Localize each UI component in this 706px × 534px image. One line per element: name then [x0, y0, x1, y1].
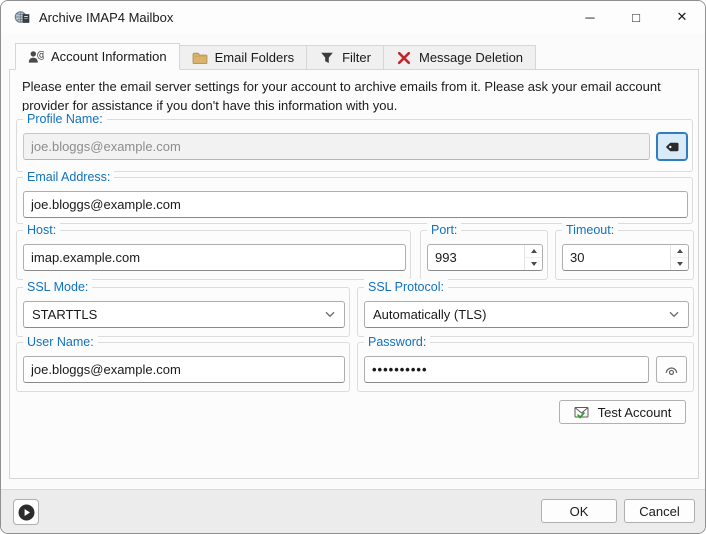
chevron-down-icon — [325, 311, 335, 318]
port-spinner — [427, 244, 543, 271]
host-group: Host: — [16, 230, 411, 280]
close-button[interactable]: ✕ — [659, 1, 705, 33]
reveal-eye-icon — [663, 362, 680, 377]
port-input[interactable] — [428, 245, 524, 270]
person-at-icon: @ — [28, 49, 44, 65]
timeout-spinner — [562, 244, 689, 271]
edit-profile-name-button[interactable] — [656, 132, 688, 161]
timeout-label: Timeout: — [562, 222, 618, 238]
port-spin-up-button[interactable] — [525, 245, 542, 258]
tag-icon — [664, 139, 680, 155]
port-spin-down-button[interactable] — [525, 258, 542, 270]
host-input[interactable] — [23, 244, 406, 271]
chevron-down-icon — [669, 311, 679, 318]
play-icon — [18, 504, 35, 521]
minimize-icon: ─ — [585, 10, 594, 25]
timeout-group: Timeout: — [555, 230, 694, 280]
email-address-group: Email Address: — [16, 177, 693, 224]
test-account-button[interactable]: Test Account — [559, 400, 686, 424]
tab-filter[interactable]: Filter — [306, 45, 384, 70]
maximize-icon: □ — [632, 10, 640, 25]
close-icon: ✕ — [677, 9, 688, 25]
ssl-protocol-group: SSL Protocol: Automatically (TLS) — [357, 287, 694, 337]
cancel-button[interactable]: Cancel — [624, 499, 695, 523]
profile-name-group: Profile Name: — [16, 119, 693, 172]
email-address-input[interactable] — [23, 191, 688, 218]
svg-text:@: @ — [37, 49, 44, 60]
arrow-down-icon — [677, 262, 683, 266]
bottom-bar: OK Cancel — [1, 489, 705, 533]
tab-label: Account Information — [51, 49, 167, 64]
ok-label: OK — [570, 504, 589, 519]
tab-email-folders[interactable]: Email Folders — [179, 45, 307, 70]
password-label: Password: — [364, 334, 430, 350]
test-account-label: Test Account — [598, 405, 672, 420]
tab-account-information[interactable]: @ Account Information — [15, 43, 180, 70]
ssl-mode-select[interactable]: STARTTLS — [23, 301, 345, 328]
arrow-up-icon — [531, 249, 537, 253]
dialog-archive-imap4-mailbox: Archive IMAP4 Mailbox ─ □ ✕ @ Account In… — [0, 0, 706, 534]
ssl-mode-label: SSL Mode: — [23, 279, 92, 295]
port-label: Port: — [427, 222, 461, 238]
user-name-label: User Name: — [23, 334, 98, 350]
timeout-spin-down-button[interactable] — [671, 258, 688, 270]
title-bar: Archive IMAP4 Mailbox ─ □ ✕ — [1, 1, 705, 33]
port-group: Port: — [420, 230, 548, 280]
password-input[interactable] — [364, 356, 649, 383]
arrow-down-icon — [531, 262, 537, 266]
maximize-button[interactable]: □ — [613, 1, 659, 33]
timeout-input[interactable] — [563, 245, 670, 270]
envelope-check-icon — [574, 405, 590, 420]
arrow-up-icon — [677, 249, 683, 253]
minimize-button[interactable]: ─ — [567, 1, 613, 33]
ssl-mode-value: STARTTLS — [32, 307, 97, 322]
ssl-mode-group: SSL Mode: STARTTLS — [16, 287, 350, 337]
tab-label: Email Folders — [215, 50, 294, 65]
reveal-password-button[interactable] — [656, 356, 687, 383]
intro-text: Please enter the email server settings f… — [22, 78, 686, 116]
red-x-icon — [396, 50, 412, 66]
ok-button[interactable]: OK — [541, 499, 617, 523]
tab-label: Message Deletion — [419, 50, 523, 65]
app-icon — [14, 9, 30, 25]
folder-icon — [192, 50, 208, 66]
window-title: Archive IMAP4 Mailbox — [39, 10, 173, 25]
tab-label: Filter — [342, 50, 371, 65]
ssl-protocol-value: Automatically (TLS) — [373, 307, 486, 322]
host-label: Host: — [23, 222, 60, 238]
email-address-label: Email Address: — [23, 169, 114, 185]
profile-name-input[interactable] — [23, 133, 650, 160]
ssl-protocol-label: SSL Protocol: — [364, 279, 448, 295]
tab-strip: @ Account Information Email Folders Filt… — [15, 43, 536, 70]
user-name-group: User Name: — [16, 342, 350, 392]
cancel-label: Cancel — [639, 504, 679, 519]
ssl-protocol-select[interactable]: Automatically (TLS) — [364, 301, 689, 328]
profile-name-label: Profile Name: — [23, 111, 107, 127]
user-name-input[interactable] — [23, 356, 345, 383]
tab-message-deletion[interactable]: Message Deletion — [383, 45, 536, 70]
help-video-button[interactable] — [13, 499, 39, 525]
timeout-spin-up-button[interactable] — [671, 245, 688, 258]
account-information-panel: Please enter the email server settings f… — [9, 69, 699, 479]
funnel-icon — [319, 50, 335, 66]
password-group: Password: — [357, 342, 694, 392]
